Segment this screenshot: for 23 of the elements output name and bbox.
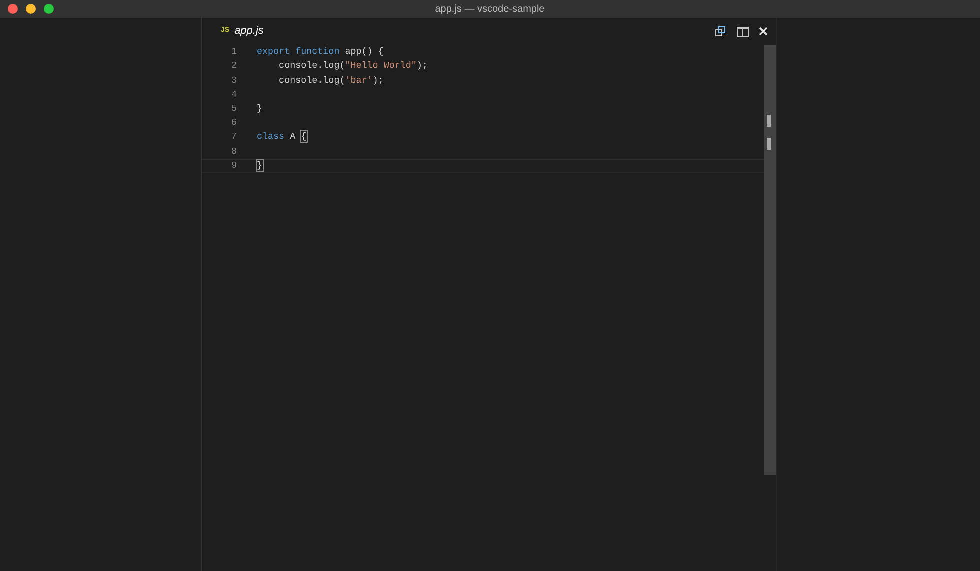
- line-number: 4: [230, 88, 237, 102]
- close-icon[interactable]: [759, 27, 768, 36]
- scrollbar[interactable]: [764, 45, 776, 475]
- minimize-window-button[interactable]: [26, 4, 36, 14]
- code-line: }: [257, 102, 263, 116]
- line-number: 1: [230, 45, 237, 59]
- line-number: 8: [230, 144, 237, 158]
- code-line: export function app() {: [257, 45, 384, 59]
- code-line: }: [257, 158, 263, 172]
- window-title: app.js — vscode-sample: [435, 4, 545, 14]
- code-line: class A {: [257, 130, 307, 144]
- line-number: 2: [230, 59, 237, 74]
- maximize-window-button[interactable]: [44, 4, 54, 14]
- line-number: 3: [230, 74, 237, 88]
- line-number: 6: [230, 116, 237, 130]
- line-number: 7: [230, 130, 237, 144]
- line-number: 5: [230, 102, 237, 116]
- open-changes-icon[interactable]: [715, 26, 727, 38]
- close-window-button[interactable]: [8, 4, 18, 14]
- code-line: console.log('bar');: [278, 74, 384, 88]
- line-number: 9: [230, 158, 237, 172]
- code-line: console.log("Hello World");: [278, 59, 428, 74]
- split-editor-icon[interactable]: [737, 26, 749, 36]
